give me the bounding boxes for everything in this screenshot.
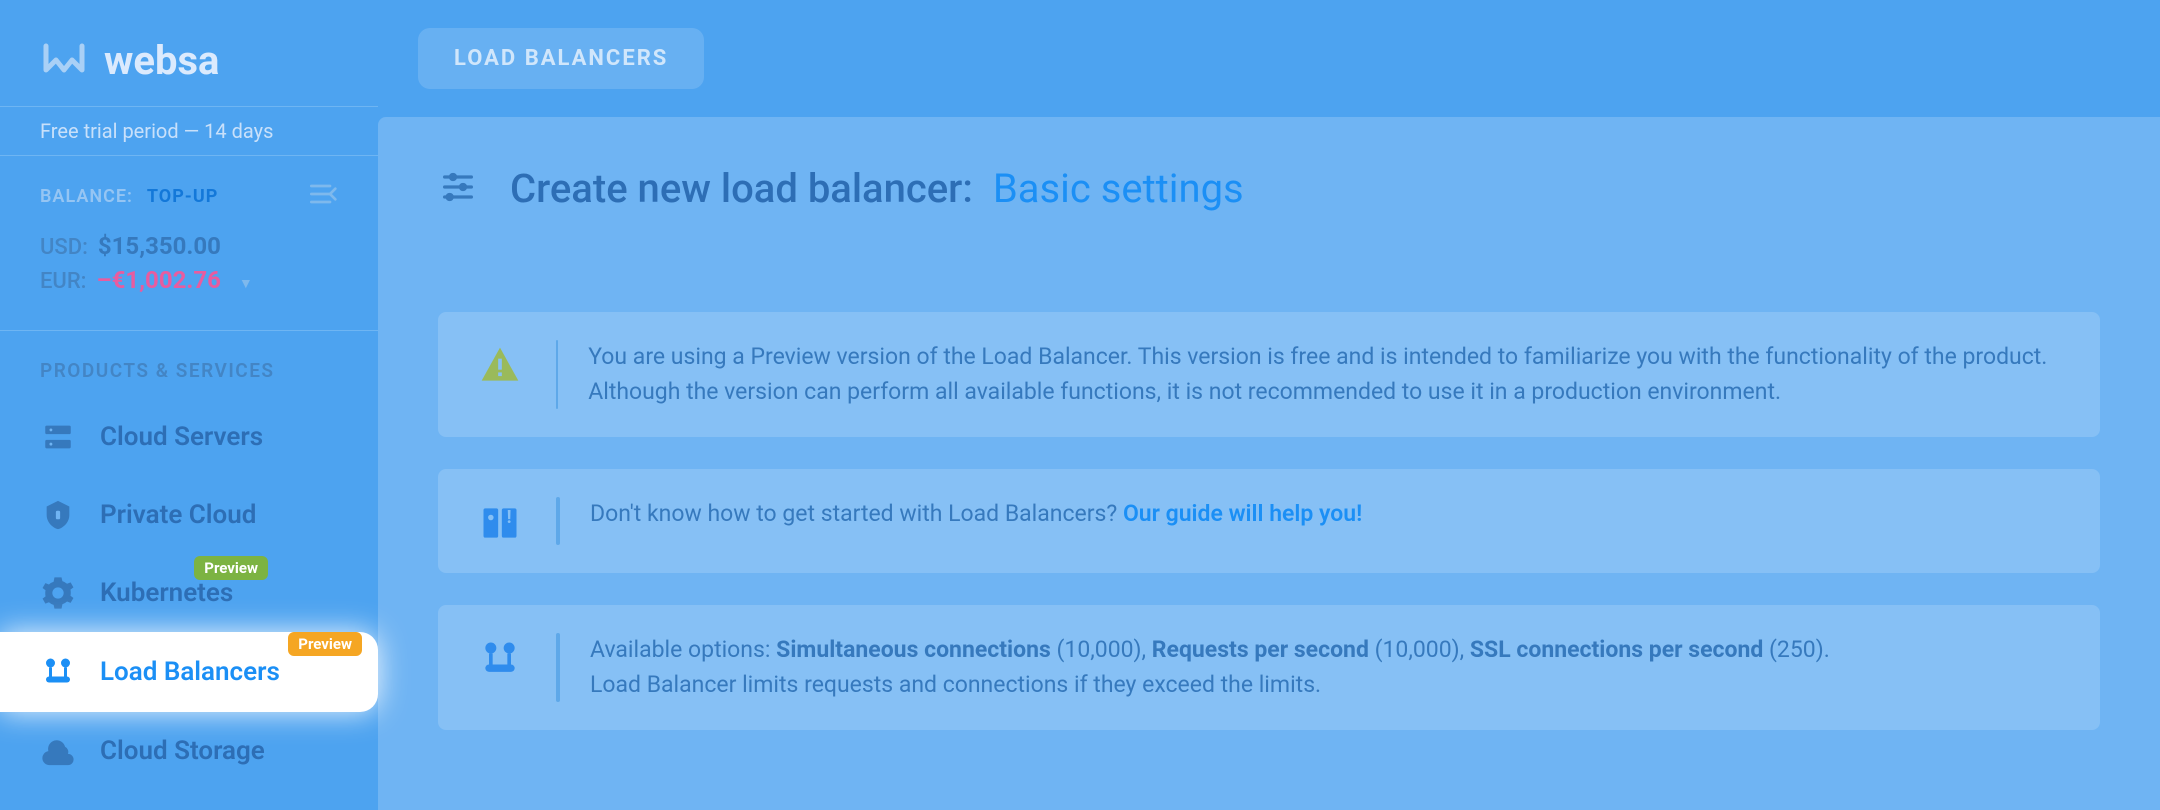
sidebar-item-label: Cloud Storage xyxy=(100,736,265,766)
alert-text: Don't know how to get started with Load … xyxy=(590,497,1362,532)
alert-preview: You are using a Preview version of the L… xyxy=(438,312,2100,437)
page-title: Create new load balancer: Basic settings xyxy=(510,165,1244,212)
usd-label: USD: xyxy=(40,235,88,260)
divider xyxy=(556,497,560,545)
alert-text: You are using a Preview version of the L… xyxy=(588,340,2064,409)
sidebar-item-label: Kubernetes xyxy=(100,578,233,608)
sidebar-item-label: Load Balancers xyxy=(100,657,280,687)
preview-badge: Preview xyxy=(194,556,268,580)
load-balancer-icon xyxy=(474,633,526,681)
sidebar-item-cloud-storage[interactable]: Cloud Storage xyxy=(0,712,378,790)
alert-limits: Available options: Simultaneous connecti… xyxy=(438,605,2100,730)
alert-text: Available options: Simultaneous connecti… xyxy=(590,633,1830,702)
balance-section: BALANCE: TOP-UP USD: $15,350.00 EUR: –€1… xyxy=(0,156,378,331)
shield-icon xyxy=(40,498,76,532)
balance-label: BALANCE: xyxy=(40,186,133,207)
gear-icon xyxy=(40,576,76,610)
server-icon xyxy=(40,420,76,454)
sidebar-item-label: Private Cloud xyxy=(100,500,256,530)
currency-dropdown[interactable]: EUR: –€1,002.76 ▼ xyxy=(40,266,338,294)
products-header: PRODUCTS & SERVICES xyxy=(0,331,378,398)
topbar: LOAD BALANCERS xyxy=(378,0,2160,117)
page-title-row: Create new load balancer: Basic settings xyxy=(438,165,2100,212)
breadcrumb-load-balancers[interactable]: LOAD BALANCERS xyxy=(418,28,704,89)
chevron-down-icon: ▼ xyxy=(239,275,253,292)
settings-list-icon xyxy=(438,167,478,211)
guide-icon: ! xyxy=(474,497,526,545)
storage-icon xyxy=(40,734,76,768)
sidebar-item-kubernetes[interactable]: Kubernetes Preview xyxy=(0,554,378,632)
alert-guide: ! Don't know how to get started with Loa… xyxy=(438,469,2100,573)
svg-text:!: ! xyxy=(507,507,512,528)
collapse-sidebar-icon[interactable] xyxy=(306,178,338,214)
divider xyxy=(556,340,558,409)
sidebar-item-cloud-servers[interactable]: Cloud Servers xyxy=(0,398,378,476)
preview-badge: Preview xyxy=(288,632,362,656)
divider xyxy=(556,633,560,702)
content: Create new load balancer: Basic settings… xyxy=(378,117,2160,810)
usd-value: $15,350.00 xyxy=(98,232,221,260)
eur-value: –€1,002.76 xyxy=(96,266,220,294)
topup-link[interactable]: TOP-UP xyxy=(147,186,218,207)
logo[interactable]: websa xyxy=(0,0,378,106)
sidebar-item-label: Cloud Servers xyxy=(100,422,263,452)
warning-icon xyxy=(474,340,526,388)
trial-banner: Free trial period — 14 days xyxy=(0,106,378,156)
load-balancer-icon xyxy=(40,654,76,690)
logo-text: websa xyxy=(104,37,219,84)
sidebar-item-private-cloud[interactable]: Private Cloud xyxy=(0,476,378,554)
logo-icon xyxy=(40,34,88,86)
page-subtitle: Basic settings xyxy=(993,165,1244,212)
nav-list: Cloud Servers Private Cloud Kubernetes P… xyxy=(0,398,378,790)
sidebar-item-load-balancers[interactable]: Load Balancers Preview xyxy=(0,632,378,712)
main: LOAD BALANCERS Create new load balancer:… xyxy=(378,0,2160,808)
sidebar: websa Free trial period — 14 days BALANC… xyxy=(0,0,378,808)
eur-label: EUR: xyxy=(40,269,86,294)
guide-link[interactable]: Our guide will help you! xyxy=(1123,500,1362,527)
